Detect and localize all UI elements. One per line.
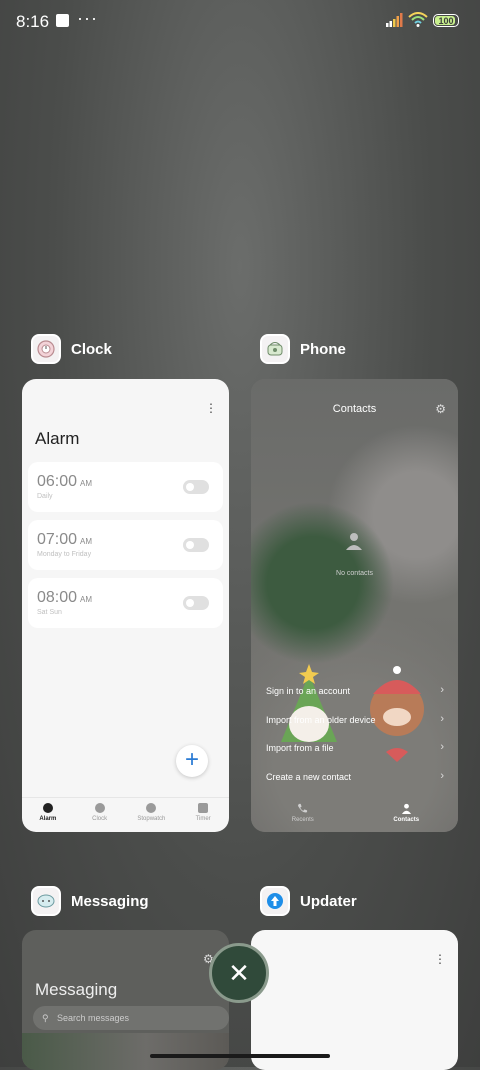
alarm-time: 06:00 bbox=[37, 473, 78, 490]
clock-icon bbox=[94, 803, 105, 813]
nav-stopwatch: Stopwatch bbox=[126, 798, 178, 832]
alarm-toggle bbox=[183, 538, 209, 552]
settings-gear-icon: ⚙ bbox=[435, 402, 446, 416]
updater-app-icon bbox=[260, 886, 290, 916]
nav-timer: Timer bbox=[177, 798, 229, 832]
person-icon bbox=[346, 533, 362, 550]
messaging-app-icon bbox=[31, 886, 61, 916]
search-icon: ⚲ bbox=[42, 1013, 49, 1023]
create-contact-menu-item: Create a new contact › bbox=[266, 770, 444, 782]
no-contacts-text: No contacts bbox=[336, 570, 373, 577]
alarm-icon bbox=[42, 803, 53, 813]
contacts-person-icon bbox=[401, 803, 411, 814]
more-options-icon: ⋮ bbox=[205, 401, 217, 415]
status-time: 8:16 bbox=[16, 12, 50, 31]
alarm-repeat: Daily bbox=[37, 493, 53, 500]
clock-bottom-nav: Alarm Clock Stopwatch Timer bbox=[22, 797, 229, 832]
nav-clock: Clock bbox=[74, 798, 126, 832]
alarm-ampm: AM bbox=[80, 595, 93, 604]
import-older-device-menu-item: Import from an older device › bbox=[266, 713, 444, 725]
messaging-title: Messaging bbox=[35, 980, 118, 999]
nav-contacts: Contacts bbox=[355, 798, 459, 832]
phone-app-icon bbox=[260, 334, 290, 364]
status-bar: 8:16 ··· 100 bbox=[0, 0, 480, 44]
alarm-repeat: Monday to Friday bbox=[37, 551, 92, 558]
nav-recents: Recents bbox=[251, 798, 355, 832]
add-alarm-icon: + bbox=[176, 745, 208, 777]
nav-alarm: Alarm bbox=[22, 798, 74, 832]
more-notifications-icon: ··· bbox=[77, 8, 98, 28]
phone-app-name: Phone bbox=[300, 340, 346, 358]
more-options-icon: ⋮ bbox=[434, 952, 446, 966]
alarm-toggle bbox=[183, 480, 209, 494]
phone-app-card[interactable]: Contacts ⚙ No contacts Sign in to an acc… bbox=[251, 379, 458, 832]
home-indicator[interactable] bbox=[150, 1054, 330, 1058]
clock-app-icon bbox=[31, 334, 61, 364]
alarm-row: 06:00 AM Daily bbox=[28, 462, 223, 512]
timer-icon bbox=[198, 803, 209, 813]
phone-handset-icon bbox=[298, 803, 308, 813]
signal-icon bbox=[386, 13, 403, 27]
alarm-title: Alarm bbox=[35, 429, 80, 448]
sign-in-menu-item: Sign in to an account › bbox=[266, 684, 444, 696]
battery-level: 100 bbox=[438, 16, 454, 26]
clear-all-button[interactable]: ✕ bbox=[209, 943, 269, 1003]
alarm-toggle bbox=[183, 596, 209, 610]
clock-app-header[interactable]: Clock bbox=[31, 334, 112, 364]
contacts-title: Contacts bbox=[332, 403, 377, 415]
wallpaper-preview bbox=[22, 1033, 229, 1070]
messaging-app-header[interactable]: Messaging bbox=[31, 886, 149, 916]
clock-app-card[interactable]: ⋮ Alarm 06:00 AM Daily 07:00 AM Monday to … bbox=[22, 379, 229, 832]
phone-bottom-nav: Recents Contacts bbox=[251, 798, 458, 832]
messaging-app-card[interactable]: ⚙ Messaging ⚲ Search messages bbox=[22, 930, 229, 1070]
import-file-menu-item: Import from a file › bbox=[266, 741, 444, 753]
search-messages-field: ⚲ Search messages bbox=[33, 1006, 229, 1030]
alarm-time: 08:00 bbox=[37, 589, 78, 606]
alarm-ampm: AM bbox=[80, 479, 93, 488]
wifi-icon bbox=[408, 12, 428, 27]
updater-app-card[interactable]: ⋮ bbox=[251, 930, 458, 1070]
messaging-app-name: Messaging bbox=[71, 892, 149, 910]
updater-app-header[interactable]: Updater bbox=[260, 886, 357, 916]
alarm-repeat: Sat Sun bbox=[37, 609, 62, 616]
clock-app-name: Clock bbox=[71, 340, 112, 358]
alarm-ampm: AM bbox=[80, 537, 93, 546]
alarm-row: 07:00 AM Monday to Friday bbox=[28, 520, 223, 570]
battery-icon: 100 bbox=[433, 14, 459, 27]
alarm-row: 08:00 AM Sat Sun bbox=[28, 578, 223, 628]
updater-app-name: Updater bbox=[300, 892, 357, 910]
notification-icon bbox=[56, 14, 69, 27]
stopwatch-icon bbox=[146, 803, 157, 813]
alarm-time: 07:00 bbox=[37, 531, 78, 548]
phone-app-header[interactable]: Phone bbox=[260, 334, 346, 364]
